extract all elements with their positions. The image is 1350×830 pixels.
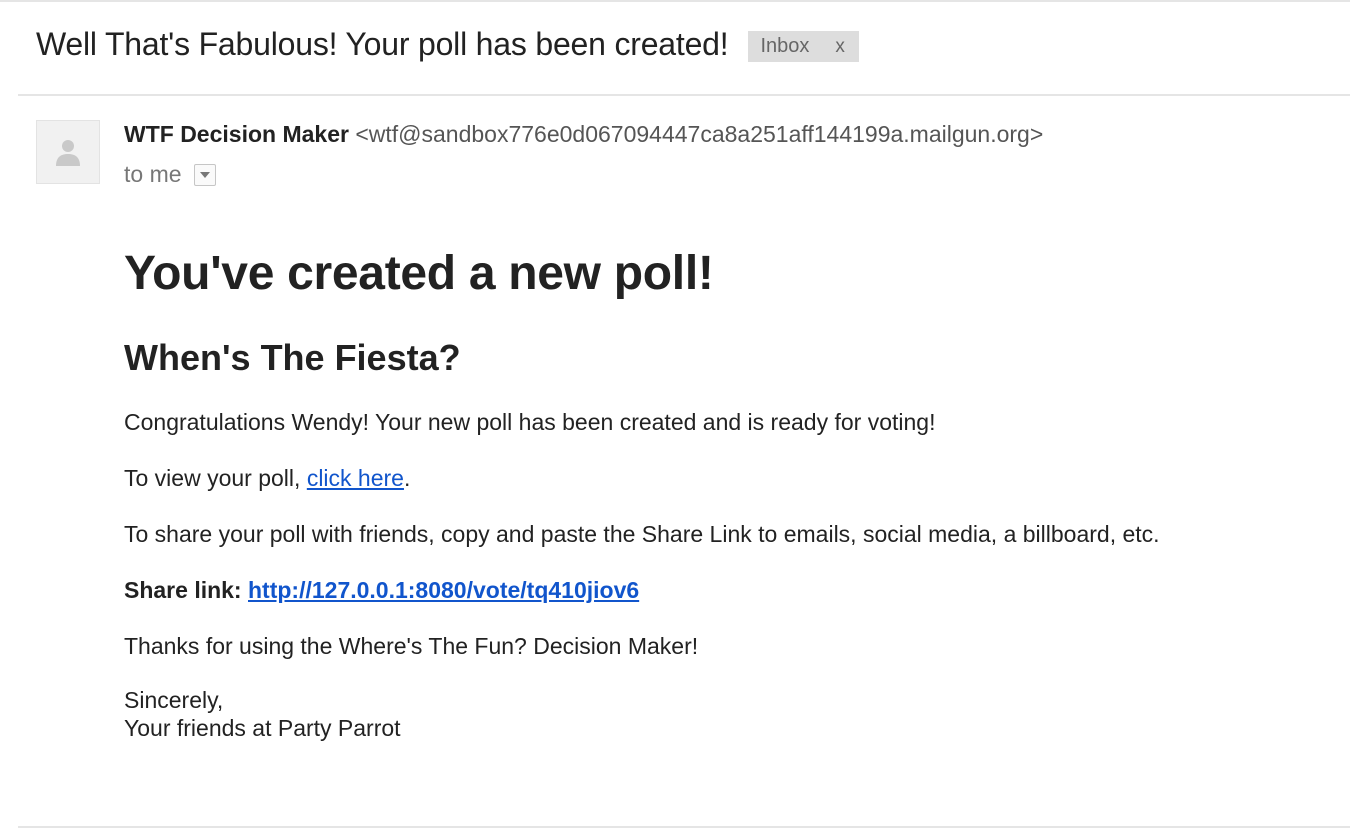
caret-down-icon bbox=[199, 171, 210, 178]
congrats-text: Congratulations Wendy! Your new poll has… bbox=[124, 409, 936, 435]
view-poll-suffix: . bbox=[403, 465, 411, 491]
share-link-label: Share link: bbox=[124, 577, 242, 603]
sender-avatar[interactable] bbox=[36, 120, 100, 184]
sender-name[interactable]: WTF Decision Maker bbox=[124, 121, 349, 147]
view-poll-link[interactable]: click here bbox=[307, 465, 404, 491]
sender-line: WTF Decision Maker <wtf@sandbox776e0d067… bbox=[124, 121, 1043, 148]
sender-email: <wtf@sandbox776e0d067094447ca8a251aff144… bbox=[355, 121, 1044, 147]
inbox-label[interactable]: Inbox x bbox=[748, 31, 859, 62]
inbox-label-text: Inbox bbox=[760, 35, 810, 57]
signature-text: Your friends at Party Parrot bbox=[124, 715, 401, 741]
share-instructions: To share your poll with friends, copy an… bbox=[124, 521, 1160, 547]
remove-label-button[interactable]: x bbox=[835, 36, 845, 58]
email-view: Well That's Fabulous! Your poll has been… bbox=[0, 0, 1350, 830]
recipient-text: to me bbox=[124, 161, 182, 187]
message-body: You've created a new poll! When's The Fi… bbox=[124, 244, 1324, 742]
signoff-text: Sincerely, bbox=[124, 687, 224, 713]
show-details-button[interactable] bbox=[193, 163, 216, 186]
share-link-line: Share link: http://127.0.0.1:8080/vote/t… bbox=[124, 576, 1324, 604]
email-subject: Well That's Fabulous! Your poll has been… bbox=[36, 26, 729, 62]
person-icon bbox=[56, 140, 80, 166]
bottom-divider bbox=[18, 826, 1350, 828]
top-divider bbox=[0, 0, 1350, 2]
header-divider bbox=[18, 94, 1350, 96]
message-heading: You've created a new poll! bbox=[124, 247, 714, 300]
share-link-url[interactable]: http://127.0.0.1:8080/vote/tq410jiov6 bbox=[248, 577, 639, 603]
recipient-line: to me bbox=[124, 161, 216, 188]
thanks-text: Thanks for using the Where's The Fun? De… bbox=[124, 633, 699, 659]
view-poll-line: To view your poll, click here. bbox=[124, 464, 1324, 492]
poll-title: When's The Fiesta? bbox=[124, 337, 461, 378]
view-poll-prefix: To view your poll, bbox=[124, 465, 307, 491]
subject-row: Well That's Fabulous! Your poll has been… bbox=[36, 26, 859, 63]
